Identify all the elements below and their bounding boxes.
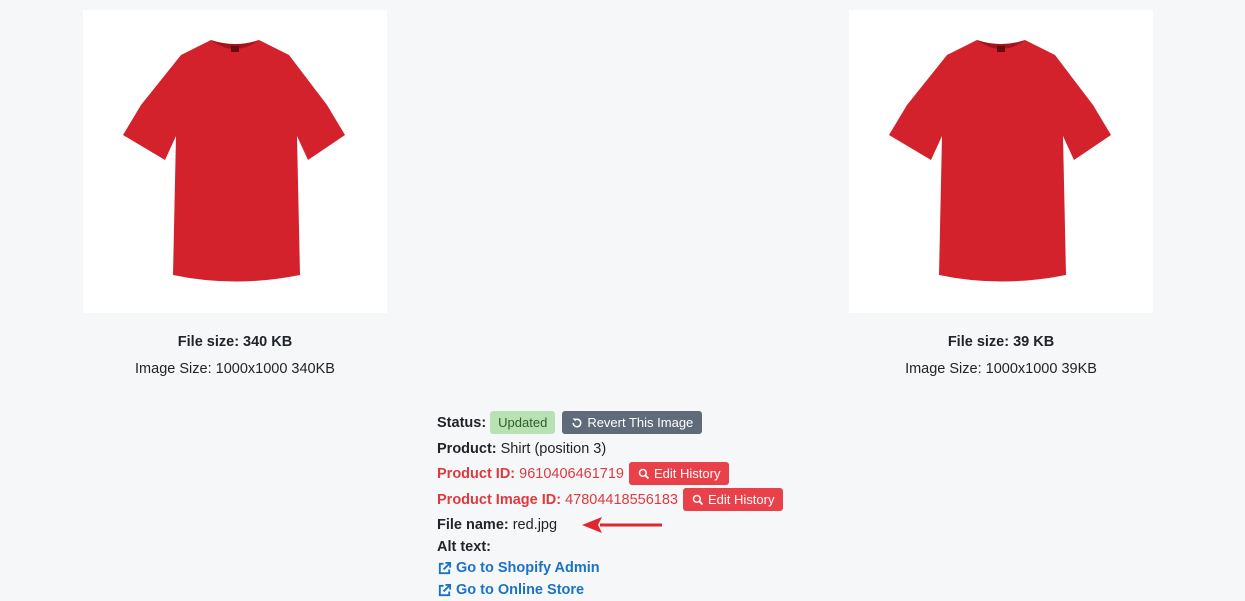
left-file-size: File size: 340 KB xyxy=(177,334,293,350)
shopify-admin-link[interactable]: Go to Shopify Admin xyxy=(437,560,600,576)
left-image-size: Image Size: 1000x1000 340KB xyxy=(135,361,335,377)
product-id-value: 9610406461719 xyxy=(519,465,624,482)
search-icon xyxy=(638,468,650,479)
red-tshirt-image xyxy=(889,40,1111,282)
revert-button-label: Revert This Image xyxy=(587,415,694,430)
product-value: Shirt (position 3) xyxy=(500,441,607,457)
undo-icon xyxy=(572,418,582,427)
file-name-value: red.jpg xyxy=(512,517,558,533)
online-store-link-label: Go to Online Store xyxy=(456,582,585,598)
status-badge: Updated xyxy=(490,411,556,434)
product-id-label: Product ID: xyxy=(437,465,516,482)
product-image-id-label: Product Image ID: xyxy=(437,491,562,508)
alt-text-label: Alt text: xyxy=(437,539,491,555)
right-file-size: File size: 39 KB xyxy=(947,334,1055,350)
image-details: Status: Updated Revert This Image Produc… xyxy=(437,409,937,601)
right-image-info: File size: 39 KB Image Size: 1000x1000 3… xyxy=(849,333,1153,378)
product-row: Product: Shirt (position 3) xyxy=(437,439,937,459)
search-icon xyxy=(692,494,704,505)
product-id-row: Product ID: 9610406461719 Edit History xyxy=(437,461,937,486)
left-image-info: File size: 340 KB Image Size: 1000x1000 … xyxy=(83,333,387,378)
original-image xyxy=(83,10,387,313)
red-tshirt-image xyxy=(123,40,345,282)
revert-image-button[interactable]: Revert This Image xyxy=(562,411,703,434)
product-image-id-value: 47804418556183 xyxy=(565,491,678,508)
edit-history-label: Edit History xyxy=(707,492,775,507)
optimized-image xyxy=(849,10,1153,313)
shopify-admin-row: Go to Shopify Admin xyxy=(437,557,937,579)
edit-history-label: Edit History xyxy=(653,466,721,481)
image-edit-history-button[interactable]: Edit History xyxy=(682,488,784,511)
external-link-icon xyxy=(438,561,452,574)
alt-text-row: Alt text: xyxy=(437,537,937,557)
product-edit-history-button[interactable]: Edit History xyxy=(628,462,730,485)
status-row: Status: Updated Revert This Image xyxy=(437,409,937,436)
product-label: Product: xyxy=(437,441,497,457)
file-name-label: File name: xyxy=(437,517,509,533)
external-link-icon xyxy=(438,583,452,596)
online-store-row: Go to Online Store xyxy=(437,579,937,601)
status-label: Status: xyxy=(437,414,487,431)
product-image-id-row: Product Image ID: 47804418556183 Edit Hi… xyxy=(437,487,937,512)
online-store-link[interactable]: Go to Online Store xyxy=(437,582,584,598)
red-arrow xyxy=(582,517,662,533)
shopify-admin-link-label: Go to Shopify Admin xyxy=(456,560,600,576)
right-image-size: Image Size: 1000x1000 39KB xyxy=(905,361,1097,377)
file-name-row: File name: red.jpg xyxy=(437,513,937,537)
